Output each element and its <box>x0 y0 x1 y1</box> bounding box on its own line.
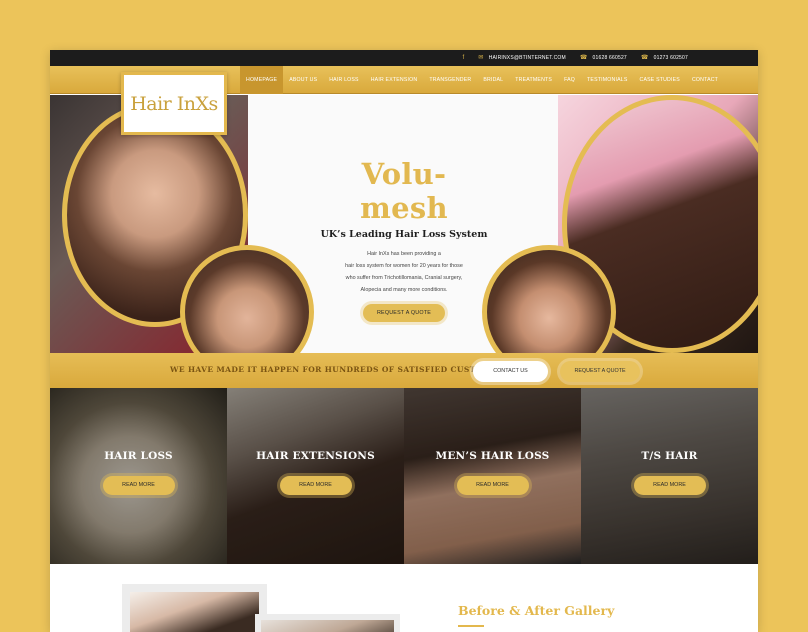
tile-title: T/S HAIR <box>641 450 698 462</box>
tile-title: MEN’S HAIR LOSS <box>435 450 550 462</box>
email-text[interactable]: HAIRINXS@BTINTERNET.COM <box>489 55 566 61</box>
read-more-button[interactable]: READ MORE <box>279 476 352 495</box>
tile-mens-hair-loss[interactable]: MEN’S HAIR LOSS READ MORE <box>404 388 581 564</box>
gallery-photo-1[interactable] <box>122 584 267 632</box>
title-underline <box>458 625 484 627</box>
tile-hair-loss[interactable]: HAIR LOSS READ MORE <box>50 388 227 564</box>
phone-2-text[interactable]: 01273 602507 <box>654 55 688 61</box>
nav-faq[interactable]: FAQ <box>558 66 581 94</box>
nav-treatments[interactable]: TREATMENTS <box>509 66 558 94</box>
gallery-title: Before & After Gallery <box>458 603 615 618</box>
nav-hair-loss[interactable]: HAIR LOSS <box>323 66 364 94</box>
nav-homepage[interactable]: HOMEPAGE <box>240 66 284 94</box>
hero-description: Hair InXs has been providing a hair loss… <box>320 248 488 296</box>
nav-case-studies[interactable]: CASE STUDIES <box>634 66 686 94</box>
read-more-button[interactable]: READ MORE <box>102 476 175 495</box>
nav-about-us[interactable]: ABOUT US <box>283 66 323 94</box>
phone-icon: ☎ <box>579 55 588 61</box>
read-more-button[interactable]: READ MORE <box>633 476 706 495</box>
request-quote-button[interactable]: REQUEST A QUOTE <box>362 304 446 322</box>
phone-icon: ☎ <box>640 55 649 61</box>
facebook-icon[interactable]: f <box>463 55 465 61</box>
read-more-button[interactable]: READ MORE <box>456 476 529 495</box>
phone-1-text[interactable]: 01628 660527 <box>593 55 627 61</box>
nav-contact[interactable]: CONTACT <box>686 66 724 94</box>
hero-content: Volu-mesh UK’s Leading Hair Loss System … <box>320 157 488 322</box>
tile-ts-hair[interactable]: T/S HAIR READ MORE <box>581 388 758 564</box>
phone-2[interactable]: ☎ 01273 602507 <box>641 55 688 61</box>
website-page: f ✉ HAIRINXS@BTINTERNET.COM ☎ 01628 6605… <box>50 50 758 632</box>
hero-subtitle: UK’s Leading Hair Loss System <box>320 229 488 240</box>
site-logo[interactable]: Hair InXs <box>121 72 227 135</box>
gallery-photo-2[interactable] <box>255 614 400 632</box>
main-nav: HOMEPAGE ABOUT US HAIR LOSS HAIR EXTENSI… <box>240 66 724 94</box>
tile-title: HAIR EXTENSIONS <box>256 450 375 462</box>
phone-1[interactable]: ☎ 01628 660527 <box>580 55 627 61</box>
contact-bar: f ✉ HAIRINXS@BTINTERNET.COM ☎ 01628 6605… <box>50 50 758 66</box>
cta-banner: WE HAVE MADE IT HAPPEN FOR HUNDREDS OF S… <box>50 353 758 388</box>
contact-us-button[interactable]: CONTACT US <box>473 361 548 382</box>
facebook-link[interactable]: f <box>463 55 465 61</box>
hero-desc-line: hair loss system for women for 20 years … <box>345 263 463 269</box>
logo-text: Hair InXs <box>130 92 218 115</box>
hero-desc-line: Alopecia and many more conditions. <box>360 287 448 293</box>
main-navigation-bar: Hair InXs HOMEPAGE ABOUT US HAIR LOSS HA… <box>50 66 758 135</box>
nav-transgender[interactable]: TRANSGENDER <box>423 66 477 94</box>
email-link[interactable]: ✉ HAIRINXS@BTINTERNET.COM <box>478 55 565 61</box>
gallery-section: Before & After Gallery <box>50 564 758 632</box>
services-tiles: HAIR LOSS READ MORE HAIR EXTENSIONS READ… <box>50 388 758 564</box>
hero-desc-line: Hair InXs has been providing a <box>367 251 441 257</box>
tile-hair-extensions[interactable]: HAIR EXTENSIONS READ MORE <box>227 388 404 564</box>
nav-bridal[interactable]: BRIDAL <box>477 66 509 94</box>
banner-text: WE HAVE MADE IT HAPPEN FOR HUNDREDS OF S… <box>170 365 514 374</box>
hero-desc-line: who suffer from Trichotillomania, Crania… <box>345 275 463 281</box>
hero-title: Volu-mesh <box>360 157 448 225</box>
nav-hair-extension[interactable]: HAIR EXTENSION <box>365 66 424 94</box>
tile-title: HAIR LOSS <box>104 450 173 462</box>
email-icon: ✉ <box>478 55 484 61</box>
nav-testimonials[interactable]: TESTIMONIALS <box>581 66 633 94</box>
banner-request-quote-button[interactable]: REQUEST A QUOTE <box>560 361 640 382</box>
